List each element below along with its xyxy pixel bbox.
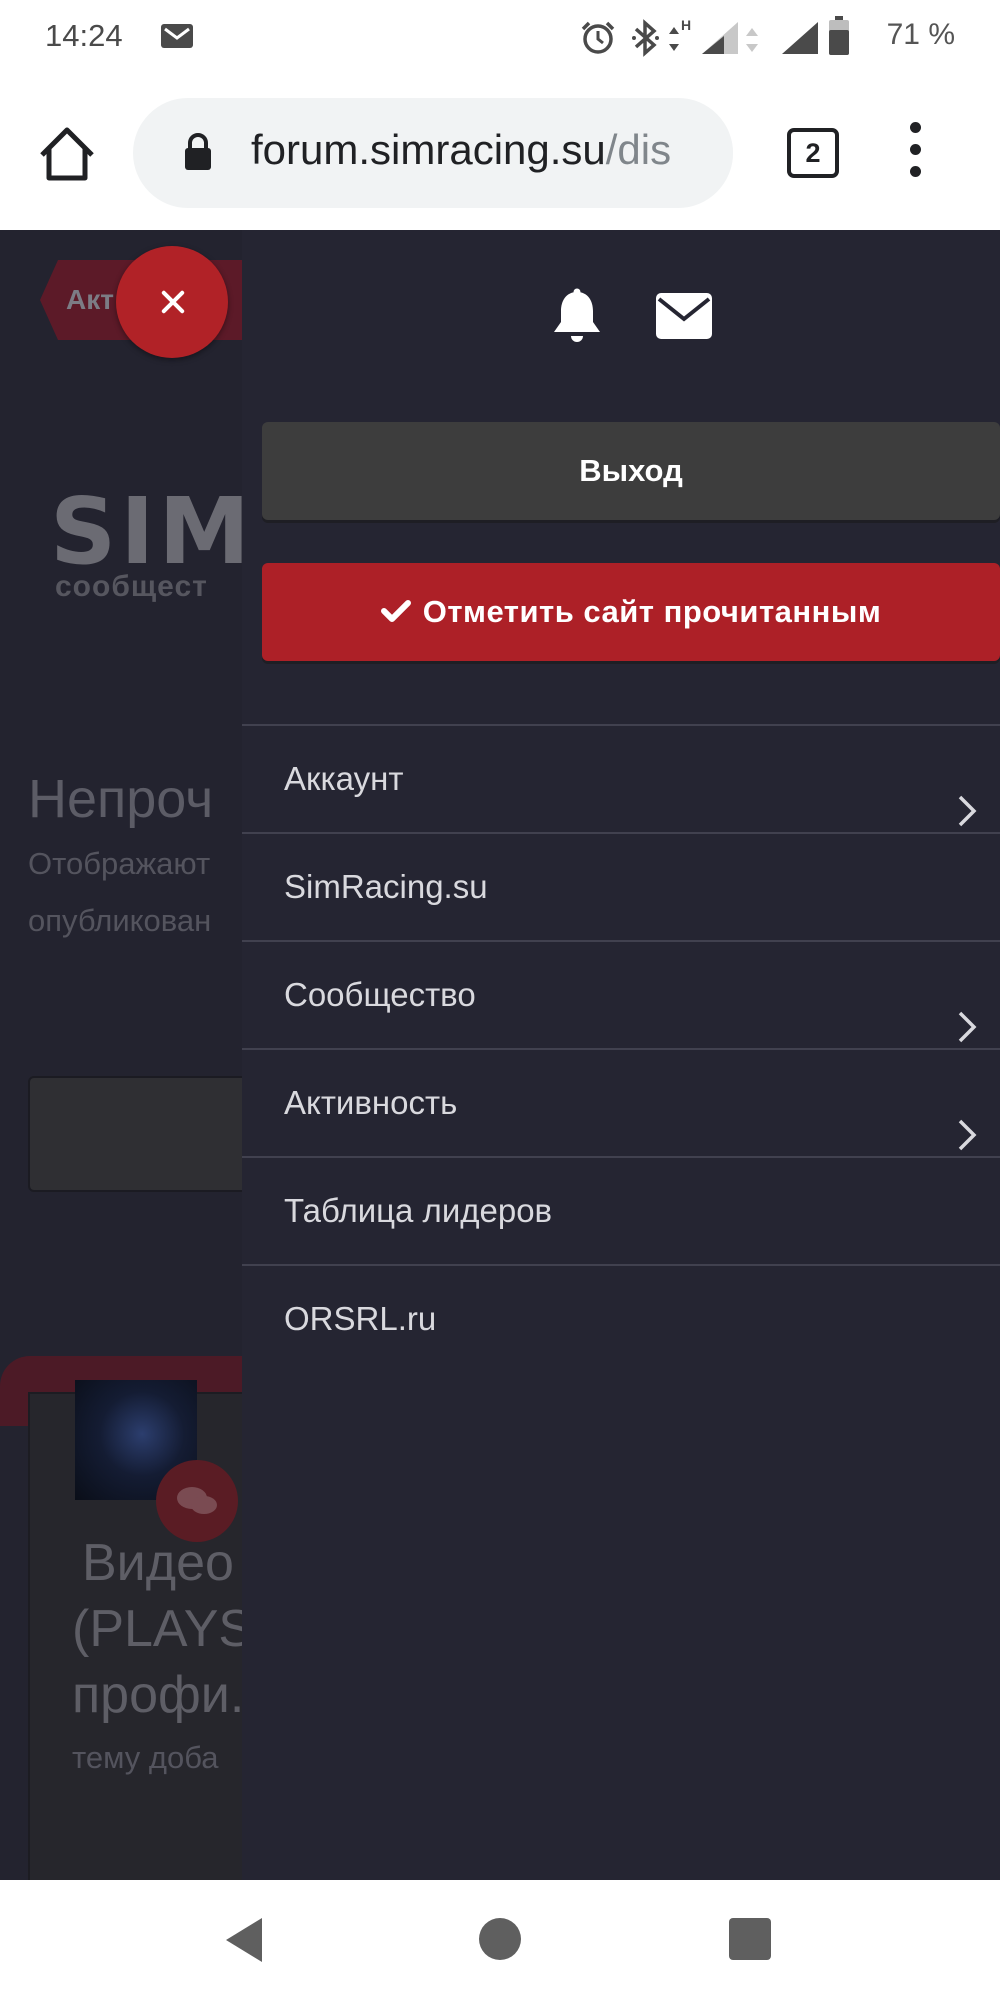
nav-item-leaderboard[interactable]: Таблица лидеров — [242, 1156, 1000, 1264]
bg-topic-title: Видео (PLAYS профи. — [72, 1530, 253, 1728]
check-icon — [380, 599, 411, 622]
nav-item-label: ORSRL.ru — [284, 1300, 437, 1337]
data-arrows-icon-2 — [744, 22, 760, 61]
bg-topic-title-line-2: (PLAYS — [72, 1600, 254, 1658]
overflow-menu-icon[interactable] — [900, 122, 930, 188]
bg-topic-title-line-3: профи. — [72, 1666, 245, 1724]
battery-percent: 71 % — [886, 18, 955, 51]
nav-item-label: Таблица лидеров — [284, 1192, 553, 1229]
bg-topic-subtitle: тему доба — [72, 1740, 219, 1775]
lock-icon — [183, 132, 213, 177]
mark-site-read-button[interactable]: Отметить сайт прочитанным — [262, 563, 1000, 661]
data-arrows-icon: H — [666, 16, 696, 65]
browser-toolbar: forum.simracing.su/dis 2 — [0, 78, 1000, 230]
bluetooth-icon — [630, 18, 660, 63]
bg-description-line-1: Отображают — [28, 846, 211, 881]
signal-icon-2 — [780, 20, 820, 61]
bg-page-title: Непроч — [28, 769, 214, 829]
envelope-icon[interactable] — [655, 292, 713, 345]
url-path: /dis — [605, 126, 672, 173]
bell-icon[interactable] — [550, 288, 604, 351]
nav-item-account[interactable]: Аккаунт — [242, 724, 1000, 832]
url-host: forum.simracing.su — [251, 126, 606, 173]
back-icon[interactable] — [222, 1916, 266, 1969]
bg-description-line-2: опубликован — [28, 903, 212, 938]
nav-item-label: Активность — [284, 1084, 458, 1121]
mark-site-read-label: Отметить сайт прочитанным — [422, 594, 882, 629]
nav-item-simracing[interactable]: SimRacing.su — [242, 832, 1000, 940]
site-logo-subtitle: сообщест — [55, 570, 208, 603]
battery-icon — [828, 16, 850, 61]
logout-button[interactable]: Выход — [262, 422, 1000, 520]
nav-item-activity[interactable]: Активность — [242, 1048, 1000, 1156]
signal-icon — [700, 20, 740, 61]
address-bar[interactable]: forum.simracing.su/dis — [133, 98, 733, 208]
status-time: 14:24 — [45, 18, 123, 53]
system-navigation-bar — [0, 1880, 1000, 2000]
home-icon[interactable] — [34, 122, 100, 188]
close-menu-button[interactable] — [116, 246, 228, 358]
drawer-nav-list: Аккаунт SimRacing.su Сообщество Активнос… — [242, 724, 1000, 1372]
mail-icon — [160, 23, 194, 54]
url-fade — [673, 98, 733, 208]
side-drawer: Выход Отметить сайт прочитанным Аккаунт … — [242, 230, 1000, 1880]
alarm-icon — [580, 20, 616, 61]
drawer-icon-row — [242, 230, 1000, 380]
nav-item-label: Сообщество — [284, 976, 476, 1013]
tab-switcher-button[interactable]: 2 — [787, 128, 839, 178]
status-icons: H 71 % — [580, 14, 1000, 64]
nav-item-label: Аккаунт — [284, 760, 404, 797]
site-logo: SIM — [50, 478, 255, 585]
home-circle-icon[interactable] — [479, 1918, 521, 1960]
nav-item-community[interactable]: Сообщество — [242, 940, 1000, 1048]
nav-item-label: SimRacing.su — [284, 868, 488, 905]
url-text[interactable]: forum.simracing.su/dis — [251, 126, 671, 174]
recent-apps-icon[interactable] — [729, 1918, 771, 1960]
svg-text:H: H — [681, 17, 691, 33]
status-bar: 14:24 H 71 % — [0, 0, 1000, 78]
nav-item-orsrl[interactable]: ORSRL.ru — [242, 1264, 1000, 1372]
bg-topic-title-line-1: Видео — [82, 1534, 234, 1592]
